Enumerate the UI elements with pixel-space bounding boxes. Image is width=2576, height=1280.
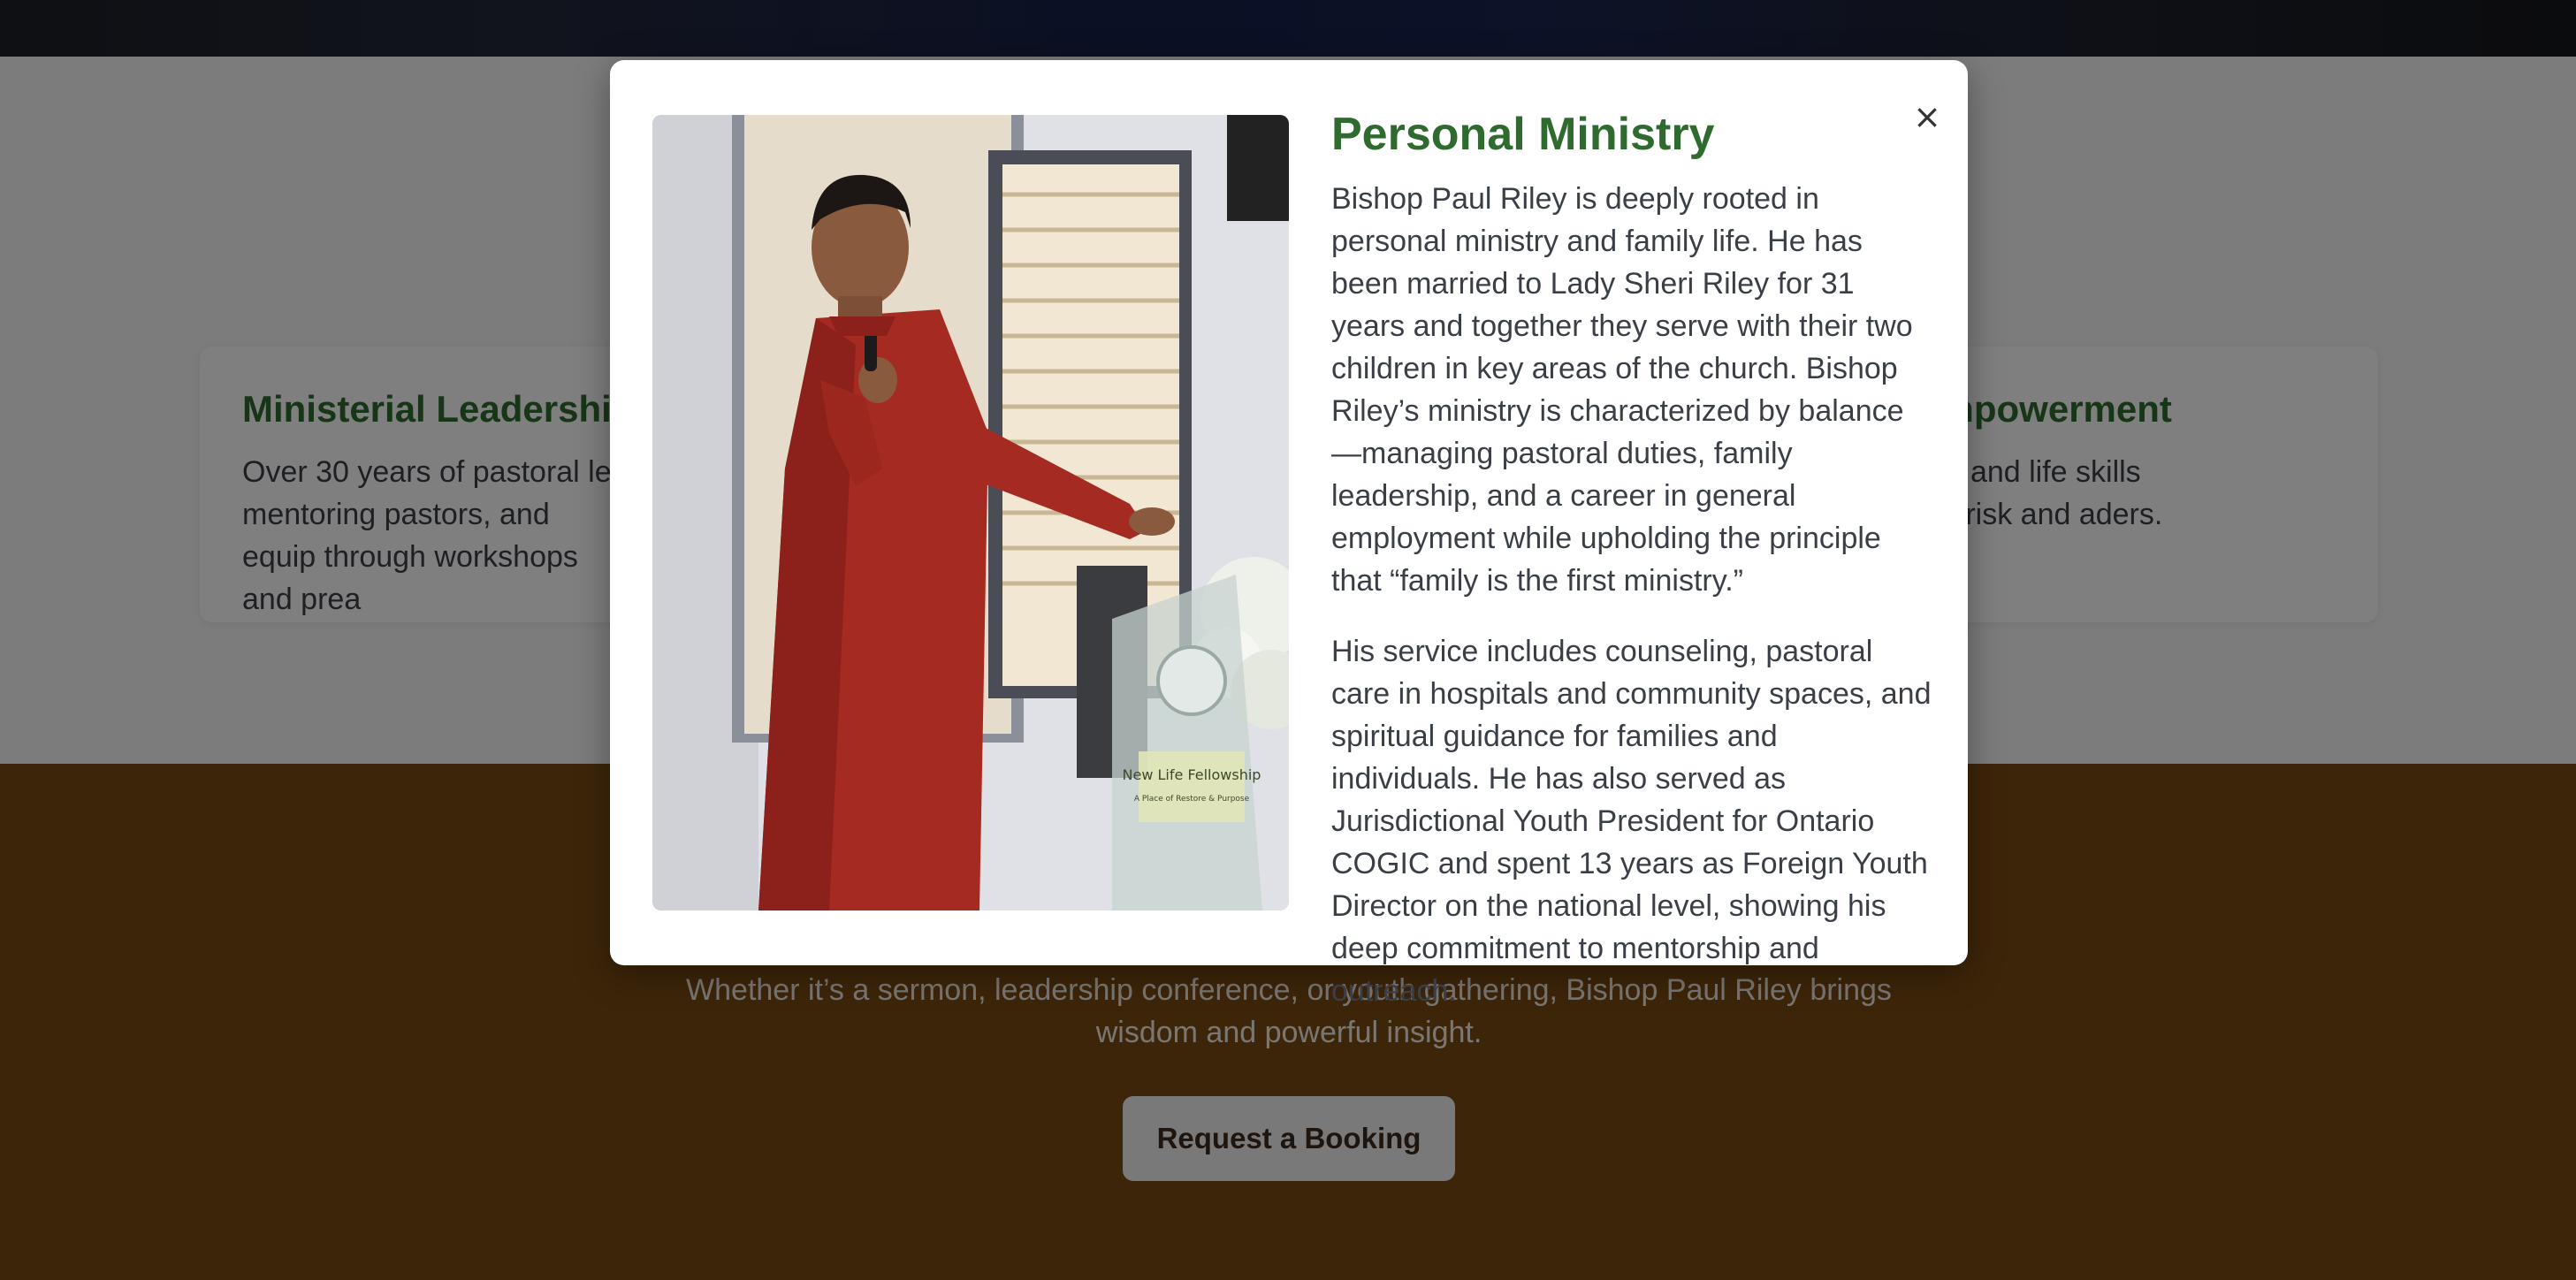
personal-ministry-modal: × New Life Fellowship A Place of Restore… [610,60,1968,1008]
modal-paragraph-service: His service includes counseling, pastora… [1331,635,1932,1008]
pulpit-banner-line2: A Place of Restore & Purpose [1134,795,1250,804]
bishop-preaching-photo: New Life Fellowship A Place of Restore &… [652,115,1289,910]
modal-paragraph-personal-life: Bishop Paul Riley is deeply rooted in pe… [1331,182,1913,598]
modal-title: Personal Ministry [1331,109,1715,160]
modal-content: Personal Ministry Bishop Paul Riley is d… [1331,106,1932,1040]
pulpit-banner-line1: New Life Fellowship [1123,766,1261,783]
